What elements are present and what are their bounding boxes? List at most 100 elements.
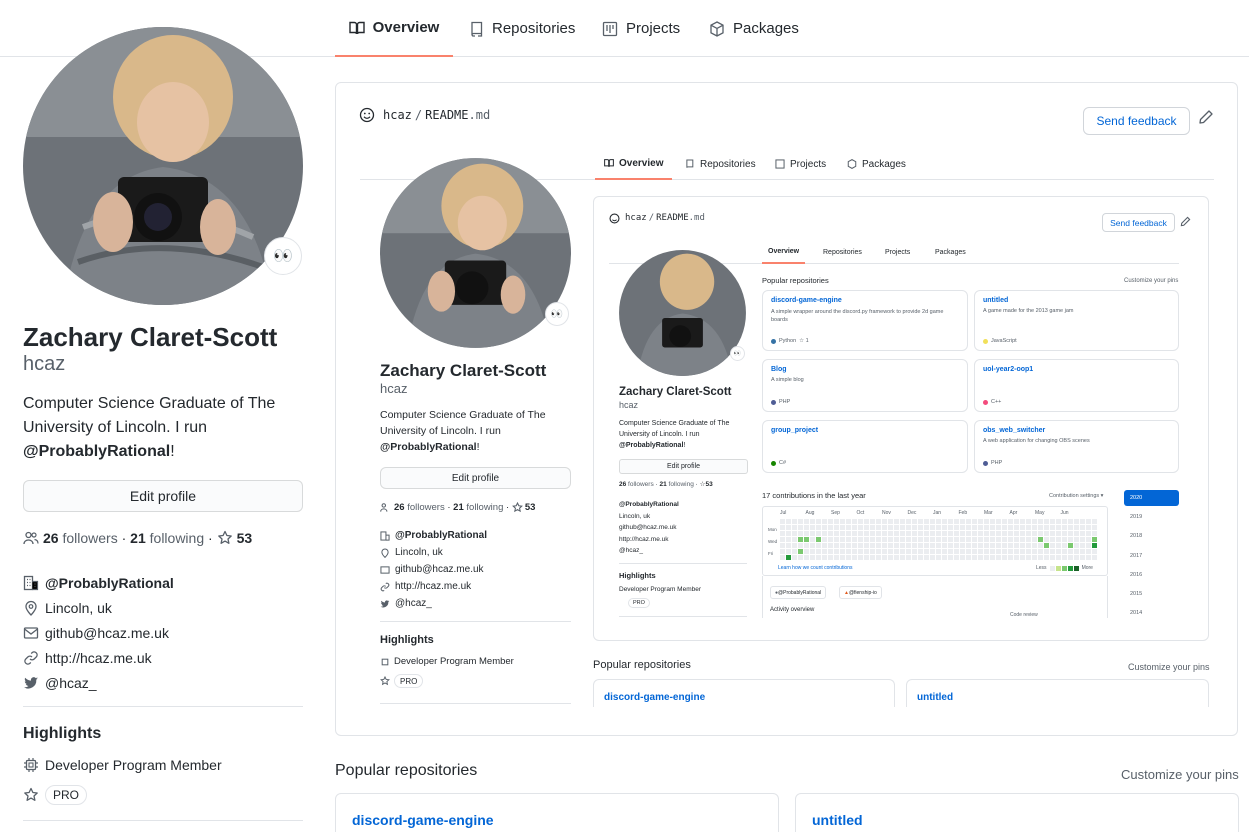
contribution-day[interactable] (912, 537, 917, 542)
contribution-day[interactable] (876, 519, 881, 524)
contribution-day[interactable] (870, 555, 875, 560)
contribution-day[interactable] (1020, 543, 1025, 548)
contribution-day[interactable] (858, 519, 863, 524)
contribution-day[interactable] (918, 519, 923, 524)
contribution-day[interactable] (786, 543, 791, 548)
contribution-day[interactable] (1014, 519, 1019, 524)
year-link[interactable]: 2018 (1124, 528, 1179, 547)
contribution-day[interactable] (936, 525, 941, 530)
contribution-day[interactable] (882, 543, 887, 548)
tab-overview[interactable]: Overview (335, 0, 453, 57)
contribution-day[interactable] (894, 519, 899, 524)
contribution-day[interactable] (1026, 549, 1031, 554)
contribution-day[interactable] (852, 555, 857, 560)
level3-tab-overview[interactable]: Overview (762, 240, 806, 264)
contribution-day[interactable] (894, 555, 899, 560)
contribution-day[interactable] (954, 525, 959, 530)
level3-twitter-link[interactable]: @hcaz_ (619, 547, 643, 554)
contribution-day[interactable] (1062, 555, 1067, 560)
twitter-link[interactable]: @hcaz_ (45, 675, 97, 691)
contribution-day[interactable] (1014, 531, 1019, 536)
contribution-day[interactable] (948, 525, 953, 530)
contribution-day[interactable] (1002, 543, 1007, 548)
contribution-day[interactable] (1092, 531, 1097, 536)
contribution-day[interactable] (1044, 543, 1049, 548)
contribution-day[interactable] (1014, 537, 1019, 542)
contribution-day[interactable] (828, 519, 833, 524)
contribution-day[interactable] (930, 555, 935, 560)
contribution-day[interactable] (1002, 525, 1007, 530)
contribution-day[interactable] (846, 525, 851, 530)
org-filter-button[interactable]: ● @ProbablyRational (770, 586, 827, 599)
contribution-day[interactable] (936, 531, 941, 536)
contribution-day[interactable] (864, 549, 869, 554)
contribution-day[interactable] (948, 537, 953, 542)
contribution-day[interactable] (1002, 549, 1007, 554)
contribution-day[interactable] (1020, 549, 1025, 554)
contribution-day[interactable] (792, 543, 797, 548)
contribution-day[interactable] (1032, 543, 1037, 548)
contribution-day[interactable] (1068, 537, 1073, 542)
contribution-day[interactable] (900, 549, 905, 554)
website-link[interactable]: http://hcaz.me.uk (45, 650, 152, 666)
contribution-day[interactable] (894, 525, 899, 530)
nested-followers-count[interactable]: 26 (394, 502, 405, 513)
level3-tab-repositories[interactable]: Repositories (823, 240, 862, 264)
level3-repo-name[interactable]: Blog (771, 366, 959, 373)
company-link[interactable]: @ProbablyRational (45, 575, 174, 591)
contribution-day[interactable] (972, 555, 977, 560)
contribution-day[interactable] (1050, 549, 1055, 554)
contribution-day[interactable] (1062, 537, 1067, 542)
contribution-day[interactable] (858, 555, 863, 560)
contribution-day[interactable] (936, 555, 941, 560)
contribution-day[interactable] (828, 543, 833, 548)
contribution-day[interactable] (930, 519, 935, 524)
contribution-day[interactable] (996, 543, 1001, 548)
contribution-day[interactable] (1080, 543, 1085, 548)
contribution-day[interactable] (822, 531, 827, 536)
status-badge[interactable]: 👀 (264, 237, 302, 275)
contribution-day[interactable] (1068, 549, 1073, 554)
level3-repo-name[interactable]: obs_web_switcher (983, 427, 1170, 434)
nested-repo-name[interactable]: untitled (917, 692, 1198, 703)
level3-company-link[interactable]: @ProbablyRational (619, 501, 679, 508)
contribution-day[interactable] (858, 549, 863, 554)
contribution-day[interactable] (810, 549, 815, 554)
repo-card[interactable]: untitled (795, 793, 1239, 832)
level3-customize-pins[interactable]: Customize your pins (1124, 278, 1178, 284)
contribution-day[interactable] (1050, 525, 1055, 530)
contribution-day[interactable] (906, 555, 911, 560)
contribution-day[interactable] (798, 549, 803, 554)
contribution-day[interactable] (1020, 555, 1025, 560)
level3-repo-card[interactable]: uol-year2-oop1 C++ (974, 359, 1179, 412)
contribution-day[interactable] (984, 519, 989, 524)
contribution-day[interactable] (1086, 531, 1091, 536)
contribution-day[interactable] (870, 525, 875, 530)
contribution-day[interactable] (864, 525, 869, 530)
contribution-day[interactable] (870, 549, 875, 554)
contribution-day[interactable] (1068, 555, 1073, 560)
contribution-day[interactable] (816, 537, 821, 542)
followers-link[interactable]: 26 followers (43, 530, 118, 546)
contribution-day[interactable] (906, 525, 911, 530)
contribution-day[interactable] (984, 537, 989, 542)
contribution-day[interactable] (972, 549, 977, 554)
contribution-day[interactable] (1074, 519, 1079, 524)
contribution-day[interactable] (828, 531, 833, 536)
contribution-day[interactable] (810, 525, 815, 530)
contribution-day[interactable] (1086, 537, 1091, 542)
nested-edit-profile-button[interactable]: Edit profile (380, 467, 571, 489)
contribution-day[interactable] (966, 519, 971, 524)
contribution-day[interactable] (906, 537, 911, 542)
contribution-day[interactable] (894, 549, 899, 554)
bio-org-mention[interactable]: @ProbablyRational (23, 443, 170, 460)
contribution-day[interactable] (990, 537, 995, 542)
level3-tab-projects[interactable]: Projects (885, 240, 910, 264)
contribution-day[interactable] (810, 537, 815, 542)
contribution-day[interactable] (852, 531, 857, 536)
contribution-day[interactable] (1080, 549, 1085, 554)
contribution-day[interactable] (780, 537, 785, 542)
contribution-day[interactable] (1092, 525, 1097, 530)
contribution-day[interactable] (786, 519, 791, 524)
contribution-day[interactable] (996, 555, 1001, 560)
